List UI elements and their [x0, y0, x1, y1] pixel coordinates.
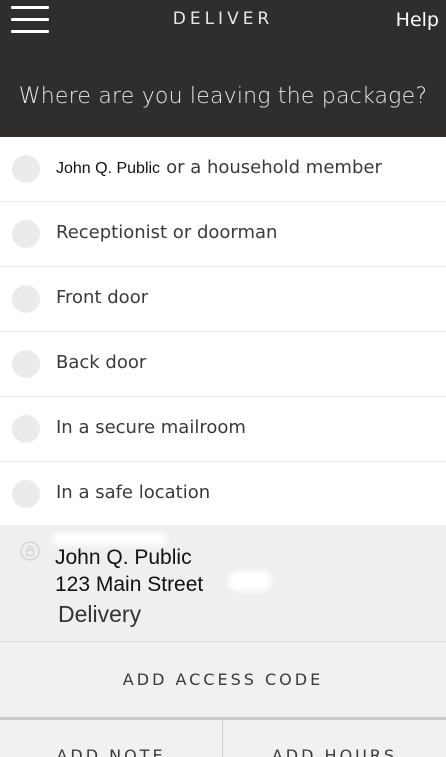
add-access-code-button[interactable]: ADD ACCESS CODE [0, 642, 446, 720]
lock-icon [20, 541, 40, 561]
option-label: In a secure mailroom [56, 417, 246, 438]
option-label: In a safe location [56, 482, 211, 503]
address-type: Delivery [58, 601, 142, 627]
option-label: or a household member [166, 157, 382, 178]
radio-button[interactable] [12, 480, 40, 508]
option-label: Front door [56, 287, 149, 308]
option-secure-mailroom[interactable]: In a secure mailroom [0, 397, 446, 462]
add-note-label: ADD NOTE [56, 746, 166, 757]
redaction-bar [52, 533, 167, 545]
delivery-options-list: John Q. Public or a household member Rece… [0, 137, 446, 527]
radio-button[interactable] [12, 415, 40, 443]
delivery-question: Where are you leaving the package? [18, 84, 428, 109]
add-hours-button[interactable]: ADD HOURS [223, 720, 446, 757]
radio-button[interactable] [12, 350, 40, 378]
street-address: 123 Main Street [55, 573, 204, 596]
add-hours-label: ADD HOURS [271, 746, 398, 757]
option-front-door[interactable]: Front door [0, 267, 446, 332]
redaction-bar [228, 571, 272, 591]
option-back-door[interactable]: Back door [0, 332, 446, 397]
option-receptionist[interactable]: Receptionist or doorman [0, 202, 446, 267]
option-recipient-name: John Q. Public [56, 160, 161, 177]
bottom-actions: ADD NOTE ADD HOURS [0, 720, 446, 757]
app-header: DELIVER Help Where are you leaving the p… [0, 0, 446, 137]
option-label: Back door [56, 352, 147, 373]
add-note-button[interactable]: ADD NOTE [0, 720, 223, 757]
option-safe-location[interactable]: In a safe location [0, 462, 446, 527]
page-title: DELIVER [172, 9, 274, 29]
option-label: Receptionist or doorman [56, 222, 278, 243]
help-button[interactable]: Help [396, 9, 439, 31]
delivery-address-card: John Q. Public 123 Main Street Delivery [0, 525, 446, 642]
recipient-name: John Q. Public [55, 546, 192, 569]
option-household[interactable]: John Q. Public or a household member [0, 137, 446, 202]
radio-button[interactable] [12, 220, 40, 248]
radio-button[interactable] [12, 155, 40, 183]
radio-button[interactable] [12, 285, 40, 313]
